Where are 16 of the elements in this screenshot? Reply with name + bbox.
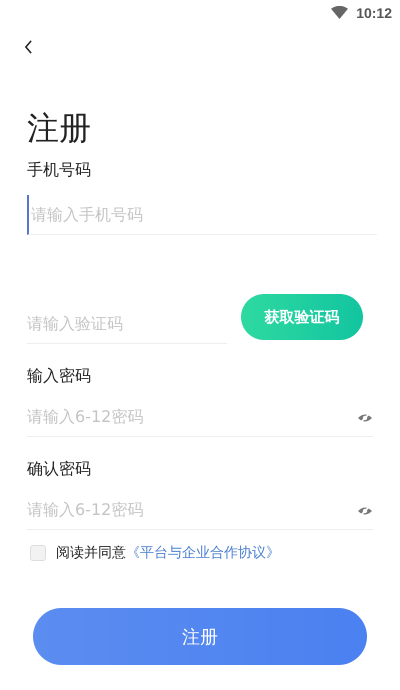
get-code-button[interactable]: 获取验证码 bbox=[241, 294, 363, 340]
wifi-icon bbox=[331, 6, 348, 20]
page-title: 注册 bbox=[27, 108, 91, 148]
agreement-text: 阅读并同意 bbox=[56, 544, 126, 562]
field-label: 确认密码 bbox=[27, 459, 91, 480]
phone-input-field[interactable]: 请输入手机号码 bbox=[27, 195, 377, 235]
confirm-password-input-field[interactable]: 请输入6-12密码 bbox=[27, 490, 373, 530]
status-time: 10:12 bbox=[356, 5, 392, 21]
field-label: 输入密码 bbox=[27, 366, 91, 387]
field-label: 手机号码 bbox=[27, 160, 91, 181]
code-input-field[interactable]: 请输入验证码 bbox=[27, 304, 227, 344]
password-input-field[interactable]: 请输入6-12密码 bbox=[27, 397, 373, 437]
register-button[interactable]: 注册 bbox=[33, 608, 367, 665]
agreement-link[interactable]: 《平台与企业合作协议》 bbox=[126, 544, 280, 562]
back-icon[interactable] bbox=[24, 40, 33, 54]
agreement-checkbox[interactable] bbox=[30, 545, 46, 561]
